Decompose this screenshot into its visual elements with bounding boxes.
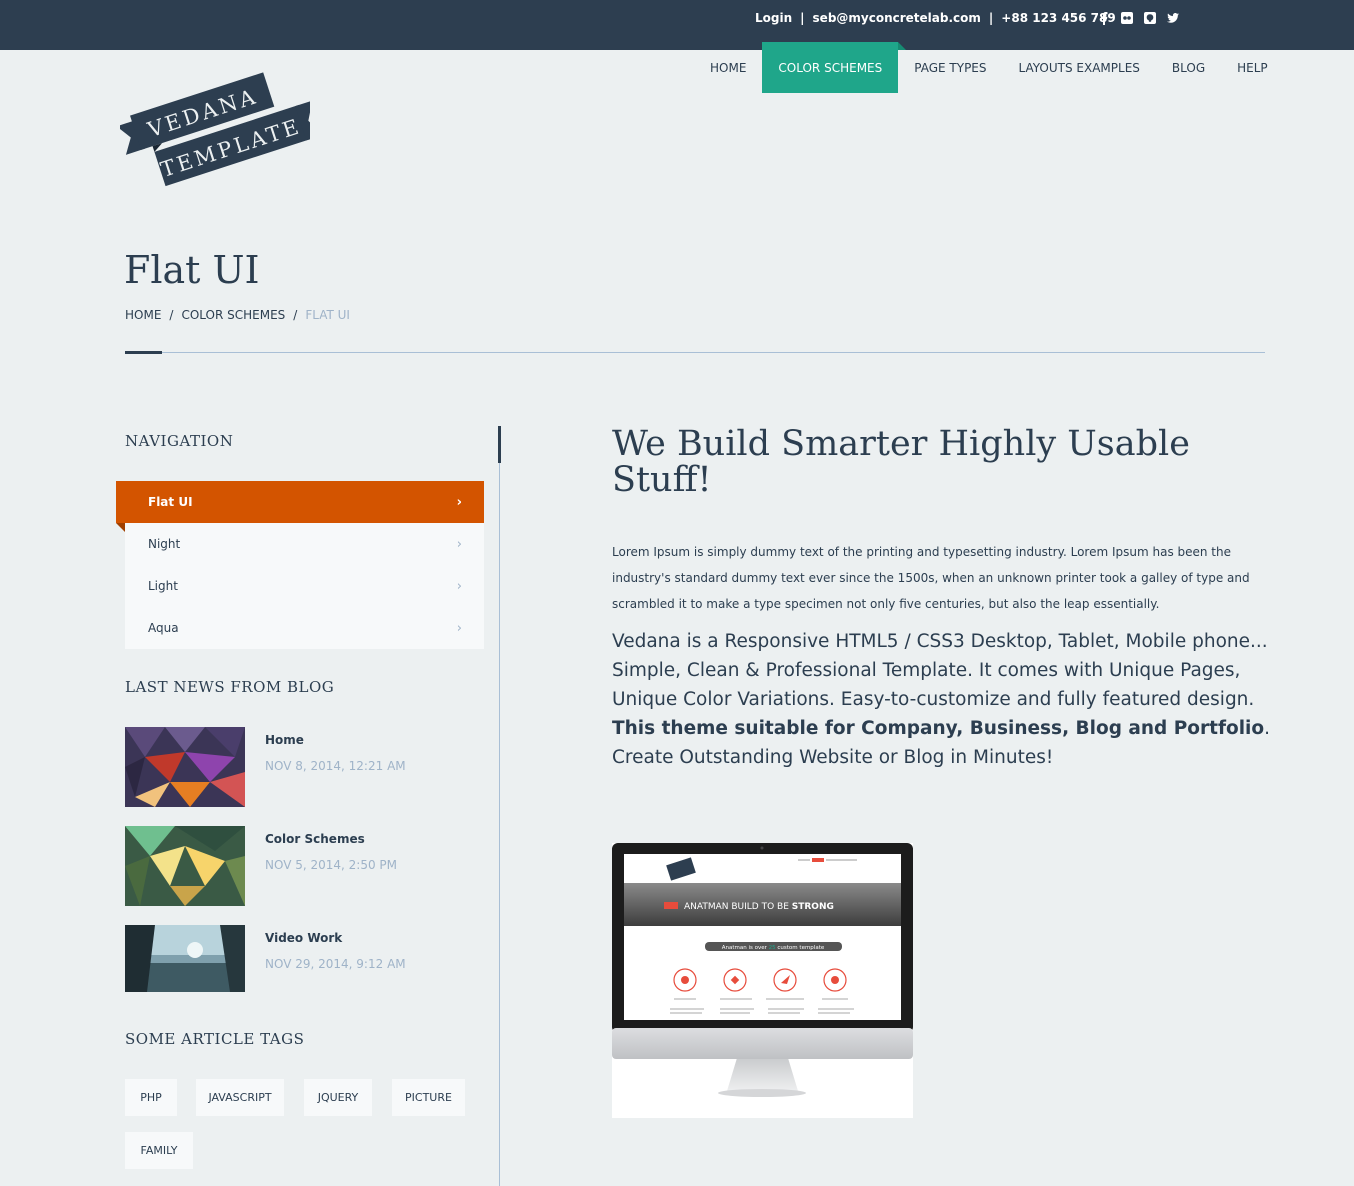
sidebar-item-label: Aqua bbox=[148, 621, 179, 635]
news-date: NOV 8, 2014, 12:21 AM bbox=[265, 759, 406, 773]
github-icon[interactable] bbox=[1143, 11, 1157, 25]
sidebar-divider-accent bbox=[498, 426, 501, 463]
lead-bold-text: This theme suitable for Company, Busines… bbox=[612, 718, 1265, 739]
flickr-icon[interactable] bbox=[1120, 11, 1134, 25]
nav-color-schemes[interactable]: COLOR SCHEMES bbox=[762, 42, 907, 93]
news-thumbnail[interactable] bbox=[125, 826, 245, 906]
chevron-right-icon: › bbox=[456, 620, 462, 636]
chevron-right-icon: › bbox=[456, 578, 462, 594]
nav-blog[interactable]: BLOG bbox=[1156, 42, 1221, 93]
main-headline: We Build Smarter Highly Usable Stuff! bbox=[612, 424, 1190, 500]
news-date: NOV 29, 2014, 9:12 AM bbox=[265, 957, 406, 971]
chevron-right-icon: › bbox=[456, 536, 462, 552]
navigation-heading: NAVIGATION bbox=[125, 432, 234, 450]
sidebar-item-light[interactable]: Light › bbox=[125, 565, 484, 607]
sidebar-navigation: Flat UI › Night › Light › Aqua › bbox=[116, 481, 484, 649]
chevron-right-icon: › bbox=[456, 494, 462, 510]
tag-family[interactable]: FAMILY bbox=[125, 1132, 193, 1169]
news-date: NOV 5, 2014, 2:50 PM bbox=[265, 858, 398, 872]
nav-help[interactable]: HELP bbox=[1221, 42, 1284, 93]
title-divider-accent bbox=[125, 351, 162, 354]
mockup-pill-text: Anatman is over bbox=[722, 945, 769, 951]
sidebar-divider bbox=[499, 426, 500, 1186]
facebook-icon[interactable] bbox=[1097, 11, 1111, 25]
email-link[interactable]: seb@myconcretelab.com bbox=[813, 11, 981, 25]
sidebar-item-flat-ui[interactable]: Flat UI › bbox=[116, 481, 484, 532]
news-item[interactable]: Video Work NOV 29, 2014, 9:12 AM bbox=[125, 925, 425, 1005]
tag-php[interactable]: PHP bbox=[125, 1079, 177, 1116]
vedana-logo[interactable]: VEDANA TEMPLATE bbox=[116, 68, 324, 188]
sidebar-item-label: Light bbox=[148, 579, 178, 593]
mockup-pill-suffix: custom template bbox=[776, 945, 825, 951]
breadcrumb-separator: / bbox=[293, 308, 298, 322]
nav-page-types[interactable]: PAGE TYPES bbox=[898, 42, 1002, 93]
separator: | bbox=[800, 11, 805, 25]
news-title[interactable]: Video Work bbox=[265, 931, 342, 945]
news-thumbnail[interactable] bbox=[125, 925, 245, 1005]
separator: | bbox=[988, 11, 994, 25]
nav-home[interactable]: HOME bbox=[694, 42, 762, 93]
social-links bbox=[1097, 11, 1180, 25]
sidebar-item-night[interactable]: Night › bbox=[125, 523, 484, 565]
mockup-banner-strong: STRONG bbox=[792, 902, 834, 912]
breadcrumb-color-schemes[interactable]: COLOR SCHEMES bbox=[181, 308, 285, 322]
mockup-banner-text: ANATMAN BUILD TO BE bbox=[684, 902, 792, 912]
sidebar-item-aqua[interactable]: Aqua › bbox=[125, 607, 484, 649]
svg-text:Anatman is over 25 custom temp: Anatman is over 25 custom template bbox=[722, 945, 825, 951]
breadcrumb-home[interactable]: HOME bbox=[125, 308, 161, 322]
tag-picture[interactable]: PICTURE bbox=[392, 1079, 465, 1116]
sidebar-item-label: Night bbox=[148, 537, 181, 551]
nav-layouts-examples[interactable]: LAYOUTS EXAMPLES bbox=[1003, 42, 1156, 93]
breadcrumb-current: FLAT UI bbox=[305, 308, 350, 322]
breadcrumb-separator: / bbox=[169, 308, 174, 322]
breadcrumb: HOME / COLOR SCHEMES / FLAT UI bbox=[125, 308, 350, 322]
news-thumbnail[interactable] bbox=[125, 727, 245, 807]
page-title: Flat UI bbox=[124, 248, 260, 292]
desktop-mockup-image: ANATMAN BUILD TO BE STRONG Anatman is ov… bbox=[612, 843, 913, 1118]
title-divider bbox=[125, 352, 1265, 353]
tag-jquery[interactable]: JQUERY bbox=[304, 1079, 372, 1116]
news-item[interactable]: Home NOV 8, 2014, 12:21 AM bbox=[125, 727, 425, 807]
lead-text: Vedana is a Responsive HTML5 / CSS3 Desk… bbox=[612, 631, 1268, 710]
sidebar-item-label: Flat UI bbox=[148, 495, 193, 509]
contact-bar: Login | seb@myconcretelab.com | +88 123 456 … bbox=[755, 11, 1116, 25]
news-title[interactable]: Color Schemes bbox=[265, 832, 365, 846]
twitter-icon[interactable] bbox=[1166, 11, 1180, 25]
intro-paragraph: Lorem Ipsum is simply dummy text of the … bbox=[612, 545, 1250, 611]
news-title[interactable]: Home bbox=[265, 733, 304, 747]
login-link[interactable]: Login bbox=[755, 11, 792, 25]
tags-heading: SOME ARTICLE TAGS bbox=[125, 1030, 305, 1048]
blog-news-heading: LAST NEWS FROM BLOG bbox=[125, 678, 335, 696]
lead-paragraph: Vedana is a Responsive HTML5 / CSS3 Desk… bbox=[612, 627, 1272, 772]
tag-javascript[interactable]: JAVASCRIPT bbox=[196, 1079, 284, 1116]
main-navigation: HOME COLOR SCHEMES PAGE TYPES LAYOUTS EX… bbox=[694, 42, 1284, 93]
svg-text:ANATMAN BUILD TO BE STRONG: ANATMAN BUILD TO BE STRONG bbox=[684, 902, 834, 912]
news-item[interactable]: Color Schemes NOV 5, 2014, 2:50 PM bbox=[125, 826, 425, 906]
